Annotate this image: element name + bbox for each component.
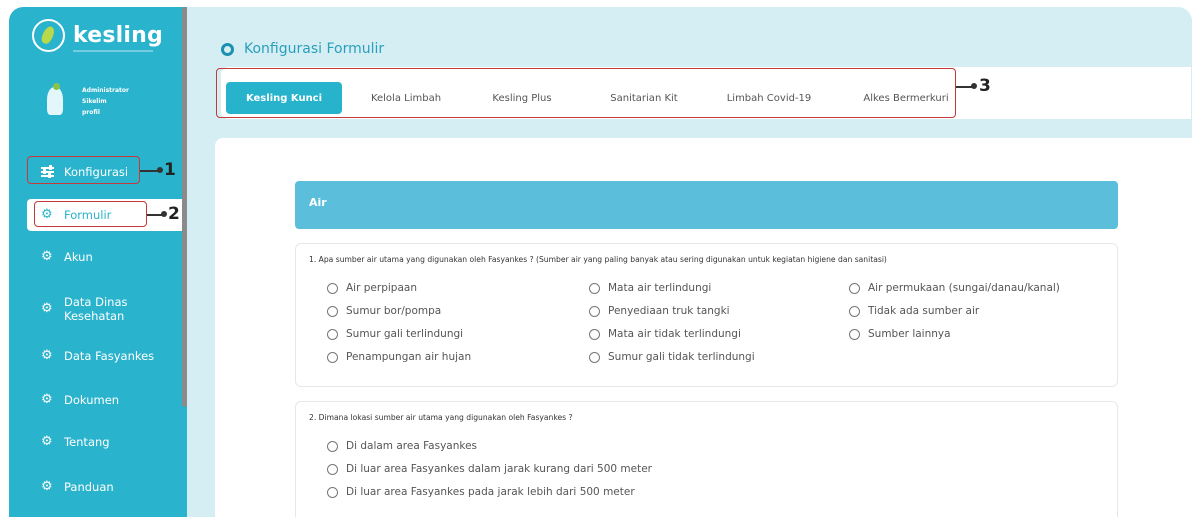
radio-circle-icon[interactable] xyxy=(327,463,338,475)
sidebar-scrollbar[interactable] xyxy=(182,7,187,407)
sidebar: kesling Administrator Sikelim profil Kon… xyxy=(9,7,187,517)
question-text: 2. Dimana lokasi sumber air utama yang d… xyxy=(309,413,573,422)
gear-icon: ⚙ xyxy=(41,249,53,264)
radio-option[interactable]: Sumur gali terlindungi xyxy=(327,328,463,340)
sidebar-item-tentang[interactable]: ⚙ Tentang xyxy=(9,426,187,458)
option-label: Air perpipaan xyxy=(346,282,417,294)
radio-circle-icon[interactable] xyxy=(849,282,860,294)
radio-circle-icon[interactable] xyxy=(327,328,338,340)
annotation-number-1: 1 xyxy=(164,160,176,180)
leaf-logo-icon xyxy=(32,19,65,52)
radio-circle-icon[interactable] xyxy=(849,328,860,340)
radio-circle-icon[interactable] xyxy=(327,486,338,498)
option-label: Di luar area Fasyankes pada jarak lebih … xyxy=(346,486,635,498)
radio-circle-icon[interactable] xyxy=(327,305,338,317)
radio-option[interactable]: Di dalam area Fasyankes xyxy=(327,440,477,452)
profile-name: Sikelim xyxy=(82,98,107,105)
brand-name: kesling xyxy=(73,23,163,48)
sidebar-item-data-fasyankes[interactable]: ⚙ Data Fasyankes xyxy=(9,340,187,372)
profile-link[interactable]: profil xyxy=(82,107,129,118)
radio-option[interactable]: Air permukaan (sungai/danau/kanal) xyxy=(849,282,1060,294)
radio-option[interactable]: Sumur gali tidak terlindungi xyxy=(589,351,755,363)
gear-icon: ⚙ xyxy=(41,434,53,449)
gear-icon: ⚙ xyxy=(41,479,53,494)
radio-option[interactable]: Mata air tidak terlindungi xyxy=(589,328,741,340)
radio-circle-icon[interactable] xyxy=(589,282,600,294)
annotation-dot-2 xyxy=(161,211,167,217)
option-label: Sumur gali terlindungi xyxy=(346,328,464,340)
brand-logo[interactable]: kesling xyxy=(32,19,163,52)
question-text: 1. Apa sumber air utama yang digunakan o… xyxy=(309,255,887,264)
radio-option[interactable]: Penampungan air hujan xyxy=(327,351,471,363)
radio-circle-icon[interactable] xyxy=(589,351,600,363)
option-label: Penyediaan truk tangki xyxy=(608,305,730,317)
annotation-box-1 xyxy=(27,156,140,184)
app-frame: kesling Administrator Sikelim profil Kon… xyxy=(9,7,1192,517)
option-label: Sumur gali tidak terlindungi xyxy=(608,351,755,363)
radio-option[interactable]: Di luar area Fasyankes pada jarak lebih … xyxy=(327,486,635,498)
annotation-box-3 xyxy=(216,68,956,118)
sidebar-item-dokumen[interactable]: ⚙ Dokumen xyxy=(9,384,187,416)
radio-option[interactable]: Mata air terlindungi xyxy=(589,282,711,294)
option-label: Di luar area Fasyankes dalam jarak kuran… xyxy=(346,463,653,475)
gear-icon: ⚙ xyxy=(41,348,53,363)
option-label: Tidak ada sumber air xyxy=(868,305,980,317)
question-card-1: 1. Apa sumber air utama yang digunakan o… xyxy=(295,243,1118,387)
annotation-number-2: 2 xyxy=(168,204,180,224)
radio-option[interactable]: Sumber lainnya xyxy=(849,328,951,340)
user-avatar-icon xyxy=(47,83,63,115)
sidebar-item-label: Akun xyxy=(64,250,93,264)
radio-option[interactable]: Penyediaan truk tangki xyxy=(589,305,730,317)
radio-circle-icon[interactable] xyxy=(327,440,338,452)
annotation-dot-1 xyxy=(157,167,163,173)
option-label: Mata air terlindungi xyxy=(608,282,712,294)
sidebar-item-label: Tentang xyxy=(64,435,110,449)
option-label: Sumur bor/pompa xyxy=(346,305,442,317)
page-title: Konfigurasi Formulir xyxy=(221,41,384,57)
sidebar-item-label: Data Dinas Kesehatan xyxy=(64,295,128,323)
sidebar-item-panduan[interactable]: ⚙ Panduan xyxy=(9,471,187,503)
page-title-text: Konfigurasi Formulir xyxy=(244,41,385,57)
profile-role: Administrator xyxy=(82,87,129,94)
gear-icon: ⚙ xyxy=(41,301,53,316)
radio-circle-icon[interactable] xyxy=(589,328,600,340)
sidebar-item-label: Data Fasyankes xyxy=(64,349,155,363)
circle-icon xyxy=(221,42,234,56)
annotation-dot-3 xyxy=(971,83,977,89)
radio-circle-icon[interactable] xyxy=(589,305,600,317)
annotation-box-2 xyxy=(34,201,147,227)
section-header: Air xyxy=(295,181,1118,229)
annotation-number-3: 3 xyxy=(979,76,991,96)
radio-option[interactable]: Di luar area Fasyankes dalam jarak kuran… xyxy=(327,463,652,475)
sidebar-item-data-dinas-kesehatan[interactable]: ⚙ Data Dinas Kesehatan xyxy=(9,289,187,329)
option-label: Sumber lainnya xyxy=(868,328,951,340)
brand-tagline-line xyxy=(73,50,153,52)
question-card-2: 2. Dimana lokasi sumber air utama yang d… xyxy=(295,401,1118,517)
sidebar-item-label: Dokumen xyxy=(64,393,120,407)
radio-circle-icon[interactable] xyxy=(327,351,338,363)
radio-circle-icon[interactable] xyxy=(849,305,860,317)
sidebar-item-label: Panduan xyxy=(64,480,114,494)
option-label: Penampungan air hujan xyxy=(346,351,472,363)
radio-circle-icon[interactable] xyxy=(327,282,338,294)
option-label: Mata air tidak terlindungi xyxy=(608,328,741,340)
option-label: Air permukaan (sungai/danau/kanal) xyxy=(868,282,1060,294)
radio-option[interactable]: Tidak ada sumber air xyxy=(849,305,979,317)
radio-option[interactable]: Air perpipaan xyxy=(327,282,417,294)
radio-option[interactable]: Sumur bor/pompa xyxy=(327,305,441,317)
sidebar-item-akun[interactable]: ⚙ Akun xyxy=(9,241,187,273)
form-panel: Air 1. Apa sumber air utama yang digunak… xyxy=(215,138,1192,517)
option-label: Di dalam area Fasyankes xyxy=(346,440,478,452)
profile-info: Administrator Sikelim profil xyxy=(82,85,129,118)
gear-icon: ⚙ xyxy=(41,392,53,407)
